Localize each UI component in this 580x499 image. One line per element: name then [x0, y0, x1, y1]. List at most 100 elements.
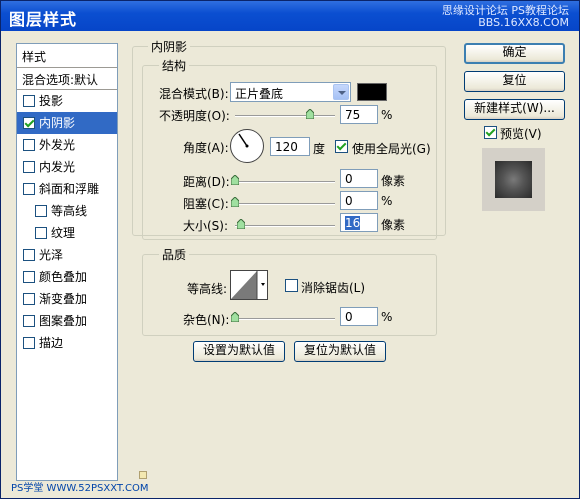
use-global-light-checkbox[interactable] — [335, 140, 348, 153]
noise-input[interactable]: 0 — [340, 307, 378, 326]
distance-slider-track[interactable] — [235, 181, 335, 183]
angle-unit: 度 — [313, 142, 326, 156]
distance-input[interactable]: 0 — [340, 169, 378, 188]
style-list-item-label: 外发光 — [39, 138, 76, 152]
quality-title: 品质 — [159, 246, 190, 263]
distance-slider-handle[interactable] — [231, 175, 239, 185]
style-checkbox[interactable] — [23, 337, 35, 349]
style-list-item-label: 斜面和浮雕 — [39, 182, 100, 196]
anti-aliased-label: 消除锯齿(L) — [301, 281, 366, 295]
size-slider-track[interactable] — [235, 225, 335, 227]
angle-input[interactable]: 120 — [270, 137, 310, 156]
dialog-title: 图层样式 — [9, 10, 78, 29]
contour-picker[interactable] — [230, 270, 268, 300]
choke-value: 0 — [345, 194, 353, 208]
ok-button[interactable]: 确定 — [464, 43, 565, 64]
distance-value: 0 — [345, 172, 353, 186]
contour-label: 等高线: — [187, 282, 228, 296]
new-style-button[interactable]: 新建样式(W)... — [464, 99, 565, 120]
style-list-item[interactable]: 渐变叠加 — [17, 288, 117, 310]
style-checkbox[interactable] — [23, 315, 35, 327]
use-global-light-label: 使用全局光(G) — [352, 142, 431, 156]
title-watermark: 思缘设计论坛 PS教程论坛 BBS.16XX8.COM — [442, 5, 569, 29]
preview-checkbox[interactable] — [484, 126, 497, 139]
make-default-button[interactable]: 设置为默认值 — [193, 341, 285, 362]
blending-options-item[interactable]: 混合选项:默认 — [17, 68, 117, 90]
style-list-item[interactable]: 等高线 — [17, 200, 117, 222]
style-preview-thumbnail — [482, 148, 545, 211]
style-list-item[interactable]: 斜面和浮雕 — [17, 178, 117, 200]
size-input[interactable]: 16 — [340, 213, 378, 232]
style-list-item[interactable]: 投影 — [17, 90, 117, 112]
style-preview-swatch — [495, 161, 532, 198]
blend-mode-select[interactable]: 正片叠底 — [230, 82, 351, 102]
style-checkbox[interactable] — [35, 205, 47, 217]
choke-slider-handle[interactable] — [231, 197, 239, 207]
distance-label: 距离(D): — [183, 175, 230, 189]
opacity-input[interactable]: 75 — [340, 105, 378, 124]
style-list-item-label: 纹理 — [51, 226, 76, 240]
style-list-item-label: 等高线 — [51, 204, 88, 218]
style-list-item[interactable]: 内发光 — [17, 156, 117, 178]
style-list-item[interactable]: 颜色叠加 — [17, 266, 117, 288]
chevron-down-icon — [333, 84, 349, 100]
style-checkbox[interactable] — [23, 271, 35, 283]
style-list-item[interactable]: 纹理 — [17, 222, 117, 244]
style-checkbox[interactable] — [23, 161, 35, 173]
style-list-item[interactable]: 光泽 — [17, 244, 117, 266]
opacity-value: 75 — [345, 108, 361, 122]
noise-slider-track[interactable] — [235, 318, 335, 320]
size-value: 16 — [345, 216, 361, 230]
angle-label: 角度(A): — [183, 141, 229, 155]
opacity-slider-handle[interactable] — [306, 109, 314, 119]
reset-button[interactable]: 复位 — [464, 71, 565, 92]
style-list-item-label: 内阴影 — [39, 116, 76, 130]
reset-to-default-button[interactable]: 复位为默认值 — [294, 341, 386, 362]
style-list-item-label: 光泽 — [39, 248, 64, 262]
style-checkbox[interactable] — [23, 249, 35, 261]
blend-mode-value: 正片叠底 — [235, 87, 284, 101]
style-list-item[interactable]: 描边 — [17, 332, 117, 354]
style-list-item-label: 描边 — [39, 336, 64, 350]
watermark-text-3: BBS.16XX8.COM — [478, 16, 569, 29]
choke-input[interactable]: 0 — [340, 191, 378, 210]
noise-label: 杂色(N): — [183, 313, 230, 327]
choke-label: 阻塞(C): — [183, 197, 229, 211]
footer-watermark: PS学堂 WWW.52PSXXT.COM — [11, 483, 149, 494]
title-bar[interactable]: 图层样式 思缘设计论坛 PS教程论坛 BBS.16XX8.COM — [1, 1, 579, 31]
style-checkbox[interactable] — [23, 183, 35, 195]
layer-style-dialog: 图层样式 思缘设计论坛 PS教程论坛 BBS.16XX8.COM 样式 混合选项… — [0, 0, 580, 499]
anti-aliased-checkbox[interactable] — [285, 279, 298, 292]
style-checkbox[interactable] — [23, 139, 35, 151]
style-checkbox[interactable] — [23, 117, 35, 129]
style-list-item-label: 内发光 — [39, 160, 76, 174]
preview-label: 预览(V) — [500, 127, 542, 141]
size-unit: 像素 — [381, 218, 406, 232]
styles-header[interactable]: 样式 — [17, 44, 117, 68]
blend-mode-label: 混合模式(B): — [159, 87, 229, 101]
style-list-item[interactable]: 内阴影 — [17, 112, 117, 134]
choke-slider-track[interactable] — [235, 203, 335, 205]
styles-list: 样式 混合选项:默认 投影内阴影外发光内发光斜面和浮雕等高线纹理光泽颜色叠加渐变… — [16, 43, 118, 481]
style-list-item-label: 投影 — [39, 94, 64, 108]
style-list-item-label: 渐变叠加 — [39, 292, 88, 306]
style-checkbox[interactable] — [23, 293, 35, 305]
opacity-slider-track[interactable] — [235, 115, 335, 117]
style-checkbox[interactable] — [23, 95, 35, 107]
style-list-item[interactable]: 外发光 — [17, 134, 117, 156]
style-list-item[interactable]: 图案叠加 — [17, 310, 117, 332]
opacity-unit: % — [381, 108, 393, 122]
opacity-label: 不透明度(O): — [159, 109, 230, 123]
shadow-color-swatch[interactable] — [357, 83, 387, 101]
style-list-item-label: 颜色叠加 — [39, 270, 88, 284]
style-checkbox[interactable] — [35, 227, 47, 239]
noise-unit: % — [381, 310, 393, 324]
structure-title: 结构 — [159, 57, 190, 74]
distance-unit: 像素 — [381, 174, 406, 188]
angle-dial[interactable] — [230, 129, 264, 163]
size-label: 大小(S): — [183, 219, 229, 233]
noise-slider-handle[interactable] — [231, 312, 239, 322]
choke-unit: % — [381, 194, 393, 208]
size-slider-handle[interactable] — [237, 219, 245, 229]
noise-value: 0 — [345, 310, 353, 324]
